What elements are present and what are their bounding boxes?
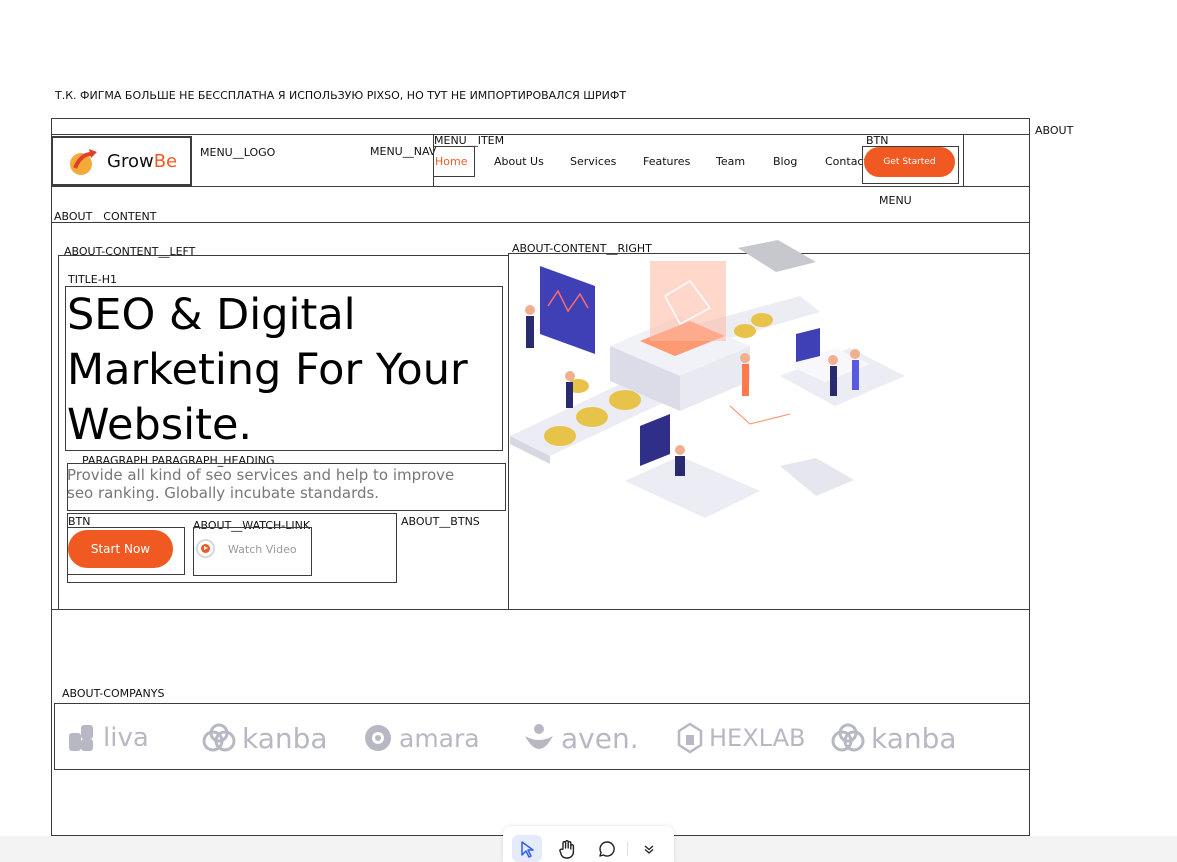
- comment-icon: [599, 840, 615, 857]
- more-tools-button[interactable]: [634, 835, 664, 862]
- editor-toolbar: [503, 826, 674, 862]
- company-logo-kanba-1: kanba: [202, 720, 328, 756]
- hexlab-icon: [677, 722, 703, 754]
- company-name-kanba-1: kanba: [242, 721, 328, 755]
- company-name-aven: aven.: [561, 721, 639, 755]
- aven-icon: [525, 724, 553, 749]
- menu-layer-label: MENU: [879, 194, 912, 207]
- amara-icon: [365, 725, 391, 751]
- watch-video-link[interactable]: Watch Video: [228, 543, 297, 556]
- logo-text[interactable]: GrowBe: [107, 151, 177, 172]
- about-companys-layer-label: ABOUT-COMPANYS: [62, 687, 165, 700]
- nav-item-about-us[interactable]: About Us: [494, 155, 544, 168]
- company-name-amara: amara: [399, 723, 480, 753]
- company-logo-aven: aven.: [523, 720, 639, 756]
- company-logo-hexlab: HEXLAB: [677, 720, 805, 756]
- about-btns-layer-label: ABOUT__BTNS: [401, 515, 480, 528]
- pointer-icon: [521, 840, 534, 858]
- company-name-liva: liva: [103, 723, 149, 753]
- hand-tool[interactable]: [552, 835, 582, 862]
- designer-note: Т.К. ФИГМА БОЛЬШЕ НЕ БЕССПЛАТНА Я ИСПОЛЬ…: [55, 89, 627, 102]
- get-started-button[interactable]: Get Started: [864, 147, 955, 177]
- company-logo-amara: amara: [363, 720, 480, 756]
- liva-icon: [69, 725, 93, 751]
- logo-text-grow: Grow: [107, 151, 154, 172]
- company-name-hexlab: HEXLAB: [709, 724, 806, 752]
- company-logo-kanba-2: kanba: [831, 720, 957, 756]
- chevron-down-icon: [644, 845, 654, 854]
- start-now-button[interactable]: Start Now: [68, 530, 173, 568]
- hero-title: SEO & Digital Marketing For Your Website…: [67, 290, 468, 450]
- pointer-tool[interactable]: [512, 835, 542, 862]
- company-logo-liva: liva: [67, 720, 149, 756]
- toolbar-divider: [627, 842, 628, 856]
- comment-tool[interactable]: [592, 835, 622, 862]
- about-layer-label: ABOUT: [1035, 124, 1074, 137]
- nav-item-features[interactable]: Features: [643, 155, 690, 168]
- nav-item-services[interactable]: Services: [570, 155, 616, 168]
- play-icon[interactable]: [196, 539, 215, 558]
- hero-paragraph: Provide all kind of seo services and hel…: [67, 466, 455, 502]
- logo-text-be: Be: [153, 151, 178, 172]
- kanba-icon: [202, 723, 236, 752]
- kanba-icon: [831, 723, 865, 752]
- logo-icon: [67, 146, 99, 178]
- company-name-kanba-2: kanba: [871, 721, 957, 755]
- menu-nav-layer-label: MENU__NAV: [370, 145, 437, 158]
- hero-illustration: [490, 236, 910, 526]
- nav-item-home[interactable]: Home: [435, 155, 467, 168]
- menu-logo-layer-label: MENU__LOGO: [200, 146, 276, 159]
- title-h1-layer-label: TITLE-H1: [68, 273, 118, 286]
- hand-icon: [559, 839, 575, 859]
- nav-item-blog[interactable]: Blog: [773, 155, 797, 168]
- nav-item-team[interactable]: Team: [716, 155, 745, 168]
